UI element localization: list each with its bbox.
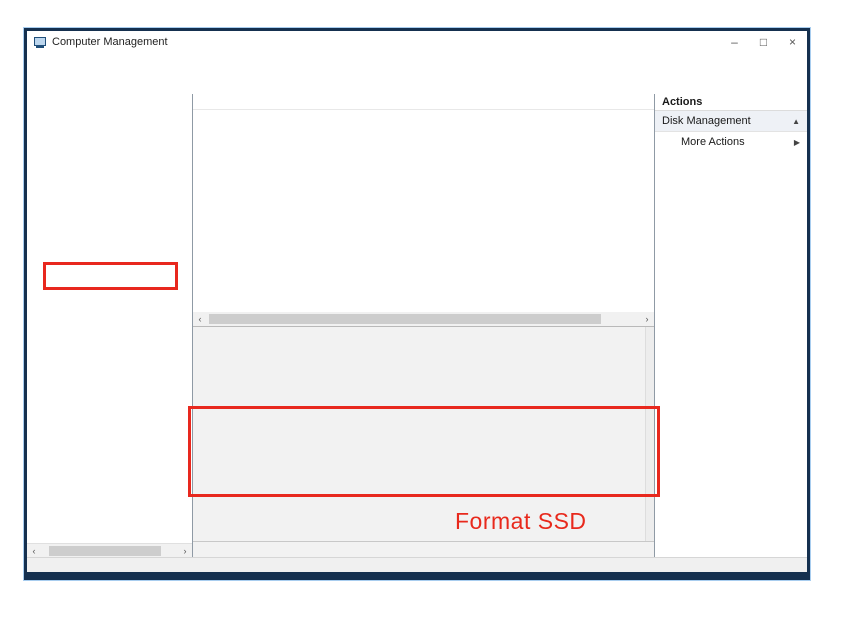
collapse-arrow-icon[interactable]: ▲	[792, 117, 800, 126]
app-icon	[33, 36, 47, 49]
scrollbar-thumb[interactable]	[49, 546, 161, 556]
graphic-vertical-scrollbar[interactable]	[645, 327, 654, 541]
volume-list	[193, 94, 654, 312]
computer-management-window: Computer Management –□× ‹ › ‹	[24, 28, 810, 580]
actions-group-disk-management[interactable]: Disk Management ▲	[655, 111, 807, 132]
scroll-right-arrow[interactable]: ›	[178, 544, 192, 558]
more-actions-item[interactable]: More Actions ▶	[655, 132, 807, 152]
title-bar[interactable]: Computer Management –□×	[27, 31, 807, 53]
actions-group-label: Disk Management	[662, 115, 751, 127]
more-actions-label: More Actions	[681, 136, 745, 148]
format-ssd-annotation: Format SSD	[455, 508, 587, 535]
scroll-left-arrow[interactable]: ‹	[193, 312, 207, 326]
volume-list-horizontal-scrollbar[interactable]: ‹ ›	[193, 312, 654, 326]
legend-bar	[193, 541, 654, 558]
scroll-left-arrow[interactable]: ‹	[27, 544, 41, 558]
submenu-arrow-icon: ▶	[794, 138, 800, 147]
window-controls: –□×	[720, 31, 807, 53]
console-tree-panel: ‹ ›	[27, 94, 193, 558]
volume-list-header[interactable]	[193, 94, 654, 110]
actions-panel: Actions Disk Management ▲ More Actions ▶	[655, 94, 807, 558]
disk-management-pane: ‹ › Format SSD	[193, 94, 655, 558]
maximize-button[interactable]: □	[749, 31, 778, 53]
close-button[interactable]: ×	[778, 31, 807, 53]
console-tree	[27, 94, 192, 96]
disk-graphical-view: Format SSD	[193, 326, 654, 541]
screenshot-canvas: Computer Management –□× ‹ › ‹	[0, 0, 850, 638]
menu-bar	[27, 53, 807, 72]
window-title: Computer Management	[52, 36, 168, 48]
main-area: ‹ › ‹ › Format SSD	[27, 94, 807, 558]
scroll-right-arrow[interactable]: ›	[640, 312, 654, 326]
toolbar	[27, 72, 807, 95]
actions-header: Actions	[655, 94, 807, 111]
scrollbar-thumb[interactable]	[209, 314, 601, 324]
tree-horizontal-scrollbar[interactable]: ‹ ›	[27, 543, 192, 558]
status-bar	[27, 557, 807, 572]
minimize-button[interactable]: –	[720, 31, 749, 53]
